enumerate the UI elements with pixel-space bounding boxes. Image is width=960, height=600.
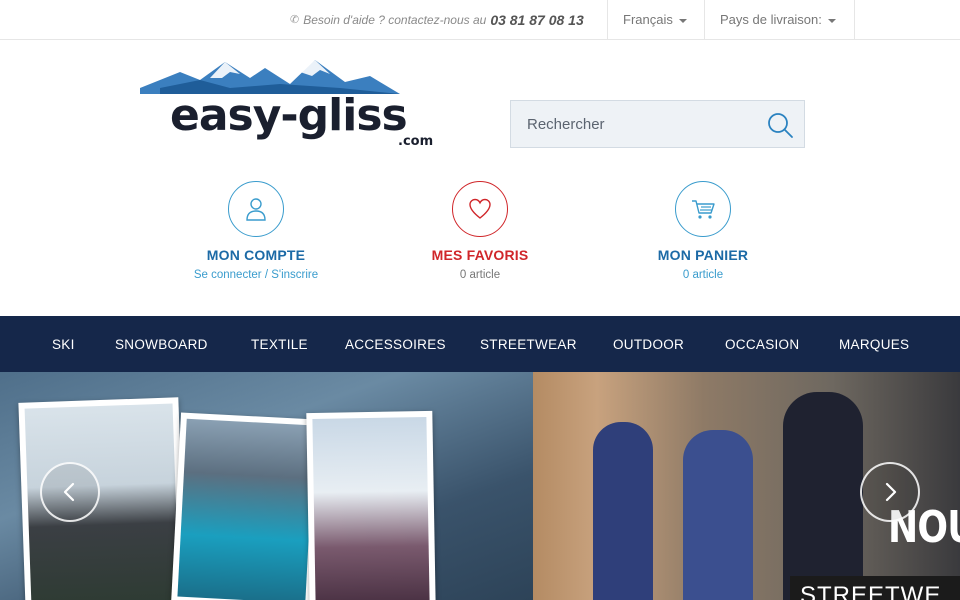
favorites-circle[interactable]: [452, 181, 508, 237]
caret-down-icon: [827, 18, 836, 23]
language-label: Français: [623, 12, 673, 27]
search-button[interactable]: [766, 111, 794, 139]
logo-suffix-text: .com: [398, 134, 434, 149]
help-contact: ✆ Besoin d'aide ? contactez-nous au 03 8…: [290, 0, 608, 39]
carousel-prev-button[interactable]: [40, 462, 100, 522]
cart-count: 0 article: [682, 269, 724, 281]
hero-carousel: NOU STREETWE: [0, 372, 960, 600]
cart-circle[interactable]: [675, 181, 731, 237]
banner-figure: [593, 422, 653, 600]
carousel-next-button[interactable]: [860, 462, 920, 522]
nav-item-marques[interactable]: MARQUES: [839, 316, 909, 372]
top-bar: ✆ Besoin d'aide ? contactez-nous au 03 8…: [0, 0, 960, 40]
site-logo[interactable]: easy-gliss .com: [140, 58, 470, 150]
phone-icon: ✆: [290, 14, 300, 26]
chevron-left-icon: [63, 482, 75, 502]
phone-number[interactable]: 03 81 87 08 13: [490, 12, 583, 28]
nav-item-accessoires[interactable]: ACCESSOIRES: [345, 316, 446, 372]
search-icon: [768, 113, 793, 138]
search-input[interactable]: [511, 101, 751, 147]
banner-figure: [683, 430, 753, 600]
nav-item-ski[interactable]: SKI: [52, 316, 75, 372]
help-text: Besoin d'aide ? contactez-nous au: [303, 12, 487, 27]
delivery-country-dropdown[interactable]: Pays de livraison:: [704, 0, 855, 39]
cart-block[interactable]: MON PANIER 0 article: [603, 181, 803, 281]
banner-figure: [783, 392, 863, 600]
login-signup-link[interactable]: Se connecter / S'inscrire: [156, 269, 356, 281]
caret-down-icon: [678, 18, 687, 23]
language-dropdown[interactable]: Français: [607, 0, 704, 39]
account-circle[interactable]: [228, 181, 284, 237]
cart-icon: [692, 200, 715, 219]
chevron-right-icon: [885, 482, 897, 502]
main-navigation: SKI SNOWBOARD TEXTILE ACCESSOIRES STREET…: [0, 316, 960, 372]
nav-item-streetwear[interactable]: STREETWEAR: [480, 316, 577, 372]
favorites-block[interactable]: MES FAVORIS 0 article: [380, 181, 580, 281]
nav-item-outdoor[interactable]: OUTDOOR: [613, 316, 684, 372]
nav-item-snowboard[interactable]: SNOWBOARD: [115, 316, 208, 372]
nav-item-textile[interactable]: TEXTILE: [251, 316, 308, 372]
banner-photo: [171, 412, 321, 600]
account-title[interactable]: MON COMPTE: [156, 247, 356, 263]
nav-item-occasion[interactable]: OCCASION: [725, 316, 799, 372]
heart-icon: [469, 198, 491, 219]
banner-tag: STREETWE: [790, 576, 960, 600]
account-block[interactable]: MON COMPTE Se connecter / S'inscrire: [156, 181, 356, 281]
favorites-count: 0 article: [459, 269, 501, 281]
cart-title[interactable]: MON PANIER: [603, 247, 803, 263]
user-icon: [246, 198, 266, 221]
banner-photo: [306, 410, 436, 600]
logo-brand-text: easy-gliss: [170, 90, 408, 141]
delivery-country-label: Pays de livraison:: [720, 12, 822, 27]
search-bar: [510, 100, 805, 148]
favorites-title[interactable]: MES FAVORIS: [380, 247, 580, 263]
